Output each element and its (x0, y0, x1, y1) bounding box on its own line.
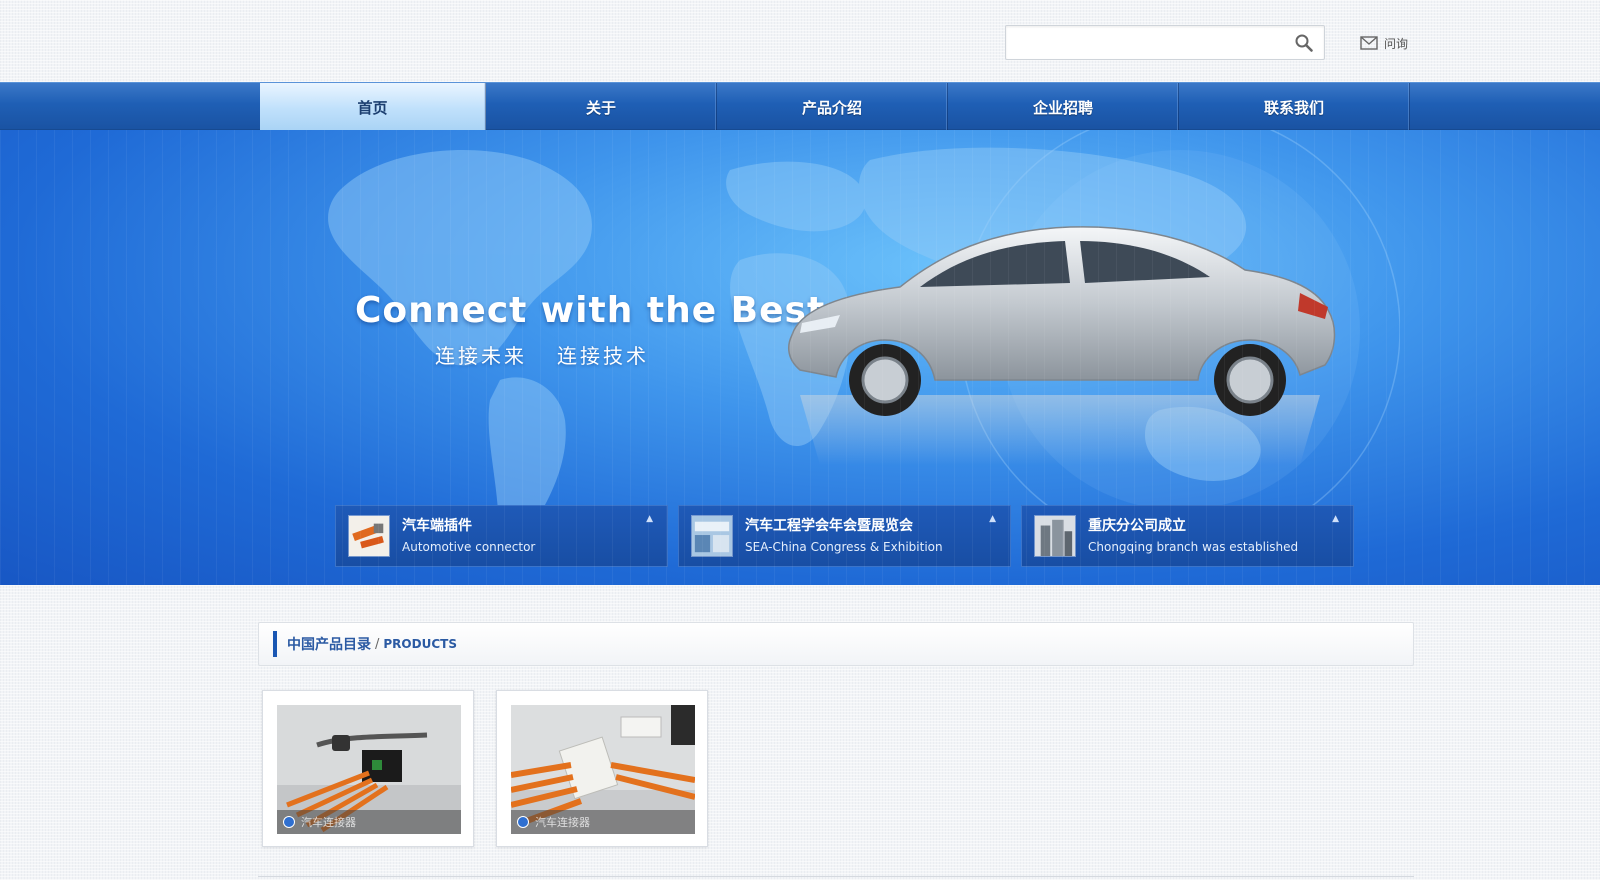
product-caption: 汽车连接器 (511, 810, 695, 834)
section-accent-bar (273, 631, 277, 657)
nav-item-products[interactable]: 产品介绍 (717, 83, 948, 131)
news-card[interactable]: 重庆分公司成立 Chongqing branch was established… (1021, 505, 1354, 567)
news-card[interactable]: 汽车工程学会年会暨展览会 SEA-China Congress & Exhibi… (678, 505, 1011, 567)
banner-headline: Connect with the Best (355, 290, 826, 331)
arrow-icon: ▲ (1332, 514, 1339, 524)
news-cards: 汽车端插件 Automotive connector ▲ 汽车工程学会年会暨展览… (335, 505, 1354, 567)
arrow-icon: ▲ (646, 514, 653, 524)
section-title-en: PRODUCTS (383, 637, 457, 651)
products-section-header: 中国产品目录 / PRODUCTS (258, 622, 1414, 666)
news-subtitle: Automotive connector (402, 539, 536, 554)
product-caption-text: 汽车连接器 (535, 816, 590, 829)
nav-item-contact[interactable]: 联系我们 (1179, 83, 1410, 131)
news-subtitle: Chongqing branch was established (1088, 539, 1299, 554)
product-card[interactable]: 汽车连接器 (262, 690, 474, 847)
search-box (1005, 25, 1325, 60)
product-list: 汽车连接器 汽车连接器 (262, 690, 708, 847)
product-card[interactable]: 汽车连接器 (496, 690, 708, 847)
car-image (787, 226, 1336, 465)
connector-thumbnail (348, 515, 390, 557)
hero-banner: Connect with the Best 连接未来 连接技术 汽车端插件 Au… (0, 130, 1600, 585)
search-icon[interactable] (1294, 33, 1314, 53)
product-image: 汽车连接器 (511, 705, 695, 834)
product-caption: 汽车连接器 (277, 810, 461, 834)
news-card[interactable]: 汽车端插件 Automotive connector ▲ (335, 505, 668, 567)
exhibition-thumbnail (691, 515, 733, 557)
nav-item-careers[interactable]: 企业招聘 (948, 83, 1179, 131)
bottom-divider (258, 876, 1414, 877)
arrow-icon: ▲ (989, 514, 996, 524)
message-link[interactable]: 问询 (1360, 34, 1408, 52)
product-image: 汽车连接器 (277, 705, 461, 834)
section-separator: / (375, 636, 380, 652)
banner-sub-2: 连接技术 (557, 344, 649, 368)
top-bar: 问询 (0, 0, 1600, 82)
banner-sub-1: 连接未来 (435, 344, 527, 368)
search-input[interactable] (1006, 26, 1276, 59)
building-thumbnail (1034, 515, 1076, 557)
bullet-icon (517, 816, 529, 828)
news-subtitle: SEA-China Congress & Exhibition (745, 539, 943, 554)
product-caption-text: 汽车连接器 (301, 816, 356, 829)
news-title: 汽车端插件 (402, 517, 472, 534)
news-title: 汽车工程学会年会暨展览会 (745, 517, 913, 534)
section-title: 中国产品目录 (287, 637, 371, 653)
banner-subline: 连接未来 连接技术 (435, 340, 649, 369)
news-title: 重庆分公司成立 (1088, 517, 1186, 534)
message-label: 问询 (1384, 36, 1409, 51)
bullet-icon (283, 816, 295, 828)
nav-item-home[interactable]: 首页 (260, 83, 486, 131)
main-nav: 首页 关于 产品介绍 企业招聘 联系我们 (0, 82, 1600, 131)
mail-icon (1360, 36, 1378, 50)
nav-item-about[interactable]: 关于 (486, 83, 717, 131)
